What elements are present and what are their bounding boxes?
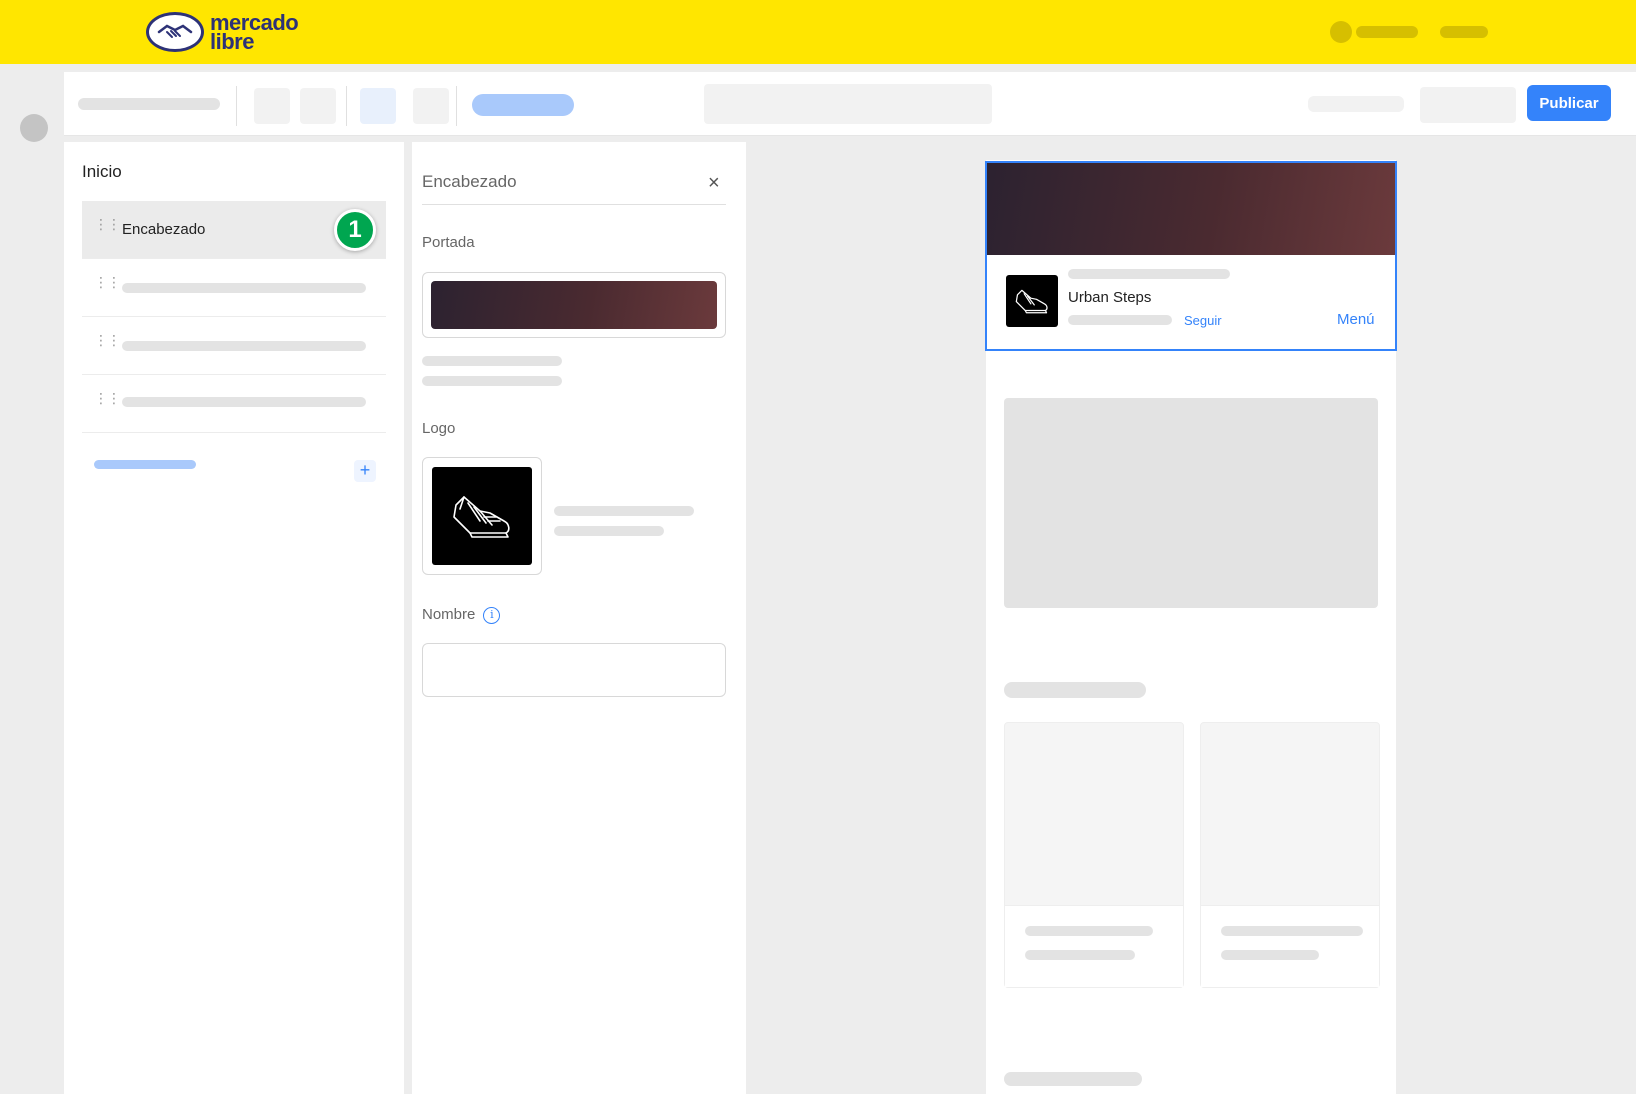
name-label: Nombre i — [422, 606, 501, 624]
section-item-label: Encabezado — [122, 221, 206, 238]
cover-help-placeholder — [422, 376, 562, 386]
toolbar-divider — [346, 86, 347, 126]
close-icon[interactable]: × — [708, 172, 720, 195]
gutter-avatar[interactable] — [20, 114, 48, 142]
product-title-placeholder — [1025, 926, 1153, 936]
user-avatar[interactable] — [1330, 21, 1352, 43]
product-card-info — [1005, 905, 1183, 987]
cover-image-picker[interactable] — [422, 272, 726, 338]
toolbar-tool-button[interactable] — [300, 88, 336, 124]
grip-icon[interactable]: ⋮⋮ — [94, 217, 121, 239]
follow-link[interactable]: Seguir — [1184, 313, 1222, 328]
product-card[interactable] — [1004, 722, 1184, 988]
preview-header-selected[interactable]: Urban Steps Seguir Menú — [985, 161, 1397, 351]
store-tagline-placeholder — [1068, 269, 1230, 279]
toolbar-tool-button-active[interactable] — [360, 88, 396, 124]
product-title-placeholder — [1221, 926, 1363, 936]
toolbar-status-placeholder — [1308, 96, 1404, 112]
sneaker-icon — [432, 467, 532, 565]
grip-icon[interactable]: ⋮⋮ — [94, 333, 121, 355]
toolbar-pill-button[interactable] — [472, 94, 574, 116]
name-label-text: Nombre — [422, 606, 476, 623]
grip-icon[interactable]: ⋮⋮ — [94, 275, 121, 297]
section-title-placeholder — [1004, 682, 1146, 698]
cover-help-placeholder — [422, 356, 562, 366]
product-price-placeholder — [1025, 950, 1135, 960]
logo-help-placeholder — [554, 526, 664, 536]
section-title-placeholder — [1004, 1072, 1142, 1086]
banner-placeholder — [1004, 398, 1378, 608]
toolbar-divider — [236, 86, 237, 126]
plus-icon[interactable]: + — [354, 460, 376, 482]
product-card-info — [1201, 905, 1379, 987]
sections-panel: Inicio ⋮⋮ Encabezado 1 ⋮⋮ ⋮⋮ ⋮⋮ + — [64, 142, 404, 1094]
toolbar-tool-button[interactable] — [413, 88, 449, 124]
step-badge: 1 — [334, 209, 376, 251]
section-item[interactable]: ⋮⋮ — [82, 375, 386, 433]
logo-label: Logo — [422, 420, 456, 437]
logo-help-placeholder — [554, 506, 694, 516]
handshake-logo-icon — [146, 12, 204, 52]
menu-link[interactable]: Menú — [1337, 311, 1375, 328]
editor-title: Encabezado — [422, 172, 517, 191]
name-field[interactable] — [422, 643, 726, 697]
toolbar-title-placeholder — [78, 98, 220, 110]
followers-placeholder — [1068, 315, 1172, 325]
sneaker-icon — [1006, 275, 1058, 327]
toolbar-secondary-button[interactable] — [1420, 87, 1516, 123]
section-label-placeholder — [122, 341, 366, 351]
editor-divider — [422, 204, 726, 205]
info-icon[interactable]: i — [483, 606, 501, 624]
user-menu-placeholder[interactable] — [1440, 26, 1488, 38]
toolbar-divider — [456, 86, 457, 126]
section-item-encabezado[interactable]: ⋮⋮ Encabezado 1 — [82, 201, 386, 259]
publish-button[interactable]: Publicar — [1527, 85, 1611, 121]
cover-label: Portada — [422, 234, 475, 251]
logo-image-picker[interactable] — [422, 457, 542, 575]
editor-toolbar: Publicar — [64, 72, 1636, 136]
sections-panel-title: Inicio — [82, 162, 122, 181]
cover-image — [431, 281, 717, 329]
mercadolibre-logo[interactable]: mercado libre — [146, 12, 299, 53]
product-card[interactable] — [1200, 722, 1380, 988]
add-section-link[interactable] — [94, 460, 196, 469]
section-label-placeholder — [122, 397, 366, 407]
grip-icon[interactable]: ⋮⋮ — [94, 391, 121, 413]
preview-cover-image — [987, 163, 1395, 255]
header-editor-panel: Encabezado × Portada Logo Nombre i — [412, 142, 746, 1094]
logo-wordmark: mercado libre — [210, 12, 299, 53]
section-label-placeholder — [122, 283, 366, 293]
section-item[interactable]: ⋮⋮ — [82, 317, 386, 375]
toolbar-url-field[interactable] — [704, 84, 992, 124]
store-name: Urban Steps — [1068, 289, 1152, 306]
toolbar-tool-button[interactable] — [254, 88, 290, 124]
product-price-placeholder — [1221, 950, 1319, 960]
section-item[interactable]: ⋮⋮ — [82, 259, 386, 317]
user-name-placeholder[interactable] — [1356, 26, 1418, 38]
